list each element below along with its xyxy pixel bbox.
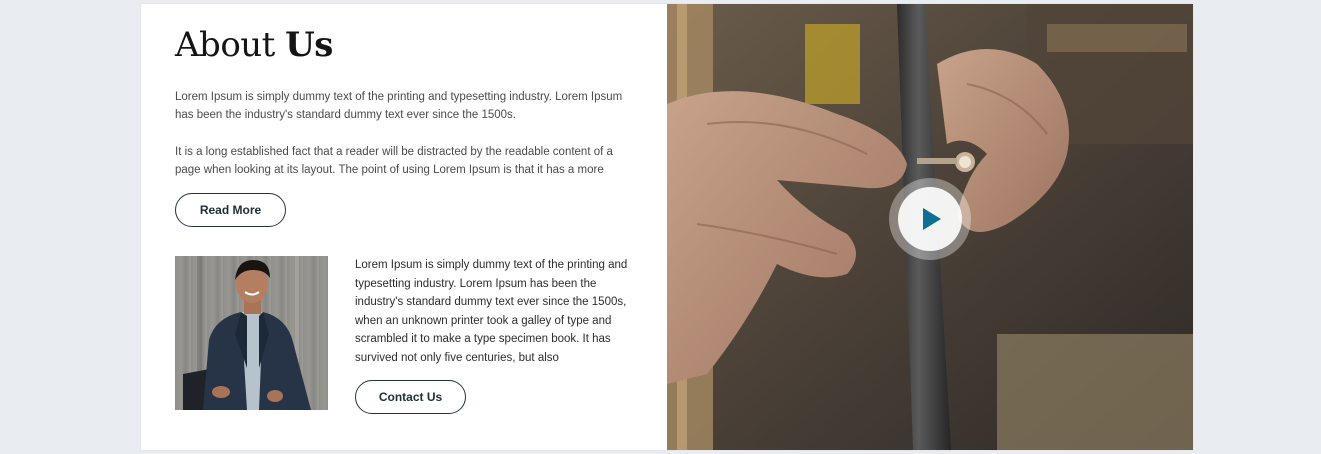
title-light: About: [175, 25, 286, 65]
about-paragraph-2: It is a long established fact that a rea…: [175, 146, 613, 176]
team-member-photo: [175, 256, 328, 410]
about-section: About Us Lorem Ipsum is simply dummy tex…: [141, 4, 1193, 450]
portrait-illustration: [175, 256, 328, 410]
about-content: About Us Lorem Ipsum is simply dummy tex…: [141, 4, 667, 450]
team-member-description: Lorem Ipsum is simply dummy text of the …: [355, 259, 628, 364]
video-thumbnail[interactable]: [667, 4, 1193, 450]
play-button[interactable]: [889, 178, 971, 260]
page-title: About Us: [175, 22, 333, 68]
play-icon: [923, 208, 941, 230]
read-more-button[interactable]: Read More: [175, 193, 286, 227]
play-button-core[interactable]: [898, 187, 962, 251]
about-paragraph-1: Lorem Ipsum is simply dummy text of the …: [175, 91, 623, 121]
contact-us-button[interactable]: Contact Us: [355, 380, 466, 414]
title-bold: Us: [285, 25, 333, 65]
